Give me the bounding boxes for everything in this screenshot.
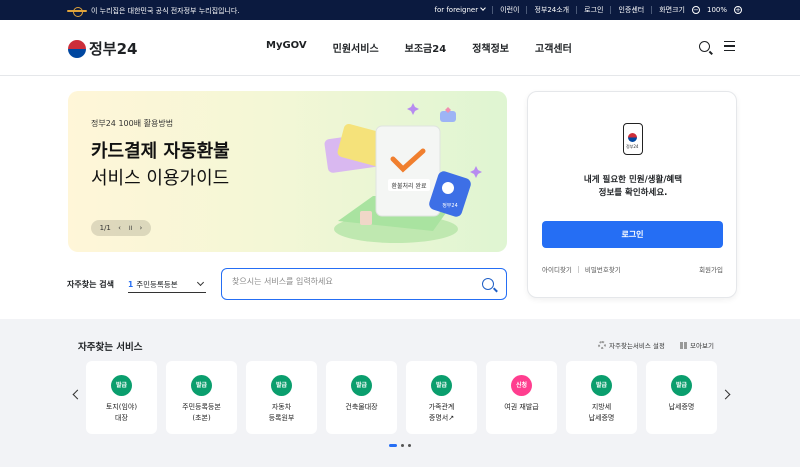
search-icon[interactable] xyxy=(699,41,710,52)
find-password-link[interactable]: 비밀번호찾기 xyxy=(585,264,621,274)
banner-pager: 1/1 ‹ ॥ › xyxy=(91,220,151,236)
cert-center-link[interactable]: 인증센터 xyxy=(618,5,644,15)
promo-banner[interactable]: 정부24 100배 활용방법 카드결제 자동환불 서비스 이용가이드 1/1 ‹… xyxy=(68,91,507,252)
service-card-car-register[interactable]: 발급자동차 등록원부 xyxy=(246,361,317,434)
service-card-building-register[interactable]: 발급건축물대장 xyxy=(326,361,397,434)
card-text: 정부24 xyxy=(442,202,458,209)
quick-search-rank: 1 xyxy=(128,280,134,289)
issue-badge: 발급 xyxy=(591,375,612,396)
prev-slide-button[interactable]: ‹ xyxy=(118,224,121,232)
login-panel: 정부24 내게 필요한 민원/생활/혜택 정보를 확인하세요. 로그인 아이디찾… xyxy=(527,91,737,298)
service-label: 주민등록등본 (초본) xyxy=(182,403,221,422)
carousel-dot[interactable] xyxy=(401,444,404,447)
search-input[interactable] xyxy=(232,277,462,286)
service-card-tax-payment[interactable]: 발급납세증명 xyxy=(646,361,717,434)
search-box xyxy=(221,268,507,300)
issue-badge: 발급 xyxy=(671,375,692,396)
top-utility-bar: 이 누리집은 대한민국 공식 전자정부 누리집입니다. for foreigne… xyxy=(0,0,800,20)
nav-policy-info[interactable]: 정책정보 xyxy=(472,40,509,55)
chevron-down-icon xyxy=(480,5,486,11)
banner-page-indicator: 1/1 xyxy=(99,224,111,232)
login-message: 내게 필요한 민원/생활/혜택 정보를 확인하세요. xyxy=(528,174,738,200)
refund-illustration: 환불처리 완료 정부24 xyxy=(324,103,482,243)
issue-badge: 발급 xyxy=(271,375,292,396)
service-label: 지방세 납세증명 xyxy=(588,403,615,422)
issue-badge: 발급 xyxy=(191,375,212,396)
service-card-local-tax[interactable]: 발급지방세 납세증명 xyxy=(566,361,637,434)
screen-size-label: 화면크기 xyxy=(659,6,685,14)
site-logo[interactable]: 정부24 xyxy=(68,38,137,59)
issue-badge: 발급 xyxy=(351,375,372,396)
search-submit-icon[interactable] xyxy=(482,278,494,290)
gov-notice-text: 이 누리집은 대한민국 공식 전자정부 누리집입니다. xyxy=(91,7,240,15)
receipt-text: 환불처리 완료 xyxy=(391,182,427,190)
banner-subtitle: 정부24 100배 활용방법 xyxy=(91,119,174,128)
carousel-dot[interactable] xyxy=(408,444,411,447)
for-foreigner-link[interactable]: for foreigner xyxy=(434,5,486,14)
easy-link[interactable]: 이런이 xyxy=(500,5,519,15)
egov-logo-icon xyxy=(67,7,87,17)
service-card-family-relation[interactable]: 발급가족관계 증명서↗ xyxy=(406,361,477,434)
find-id-link[interactable]: 아이디찾기 xyxy=(542,264,572,274)
login-button[interactable]: 로그인 xyxy=(542,221,723,248)
site-header: 정부24 MyGOV 민원서비스 보조금24 정책정보 고객센터 xyxy=(0,20,800,76)
taegeuk-icon xyxy=(68,39,86,58)
menu-icon[interactable] xyxy=(724,41,735,51)
quick-search-value: 주민등록등본 xyxy=(136,280,178,289)
nav-customer-center[interactable]: 고객센터 xyxy=(535,40,572,55)
login-message-line1: 내게 필요한 민원/생활/혜택 xyxy=(583,175,683,185)
logo-text: 정부24 xyxy=(89,40,138,58)
apply-badge: 신청 xyxy=(511,375,532,396)
phone-label: 정부24 xyxy=(626,144,639,149)
about-link[interactable]: 정부24소개 xyxy=(534,5,569,15)
service-card-passport-reissue[interactable]: 신청여권 재발급 xyxy=(486,361,557,434)
chevron-down-icon xyxy=(196,278,205,287)
banner-title-line1: 카드결제 자동환불 xyxy=(91,141,230,162)
zoom-in-button[interactable]: + xyxy=(734,6,742,14)
main-nav: MyGOV 민원서비스 보조금24 정책정보 고객센터 xyxy=(266,40,572,55)
quick-search-label: 자주찾는 검색 xyxy=(67,280,114,289)
service-label: 토지(임야) 대장 xyxy=(105,403,138,422)
zoom-out-button[interactable]: − xyxy=(691,6,700,14)
next-slide-button[interactable]: › xyxy=(140,224,143,232)
service-label: 여권 재발급 xyxy=(504,403,539,411)
services-settings-link[interactable]: 자주찾는서비스 설정 xyxy=(598,340,665,350)
utility-links: for foreigner 이런이 정부24소개 로그인 인증센터 화면크기 −… xyxy=(434,5,742,15)
section-title: 자주찾는 서비스 xyxy=(78,342,143,353)
view-all-link[interactable]: 모아보기 xyxy=(680,340,714,350)
service-label: 납세증명 xyxy=(668,403,695,411)
join-link[interactable]: 회원가입 xyxy=(699,264,723,274)
zoom-level: 100% xyxy=(706,6,727,14)
carousel-dot-active[interactable] xyxy=(389,444,397,447)
service-card-resident-register[interactable]: 발급주민등록등본 (초본) xyxy=(166,361,237,434)
quick-search-select[interactable]: 1 주민등록등본 xyxy=(128,277,206,293)
service-card-land-register[interactable]: 발급토지(임야) 대장 xyxy=(86,361,157,434)
service-label: 가족관계 증명서↗ xyxy=(428,403,455,422)
gov-notice: 이 누리집은 대한민국 공식 전자정부 누리집입니다. xyxy=(67,6,240,17)
nav-civil-service[interactable]: 민원서비스 xyxy=(333,40,379,55)
pause-button[interactable]: ॥ xyxy=(128,224,132,233)
top-login-link[interactable]: 로그인 xyxy=(584,5,603,15)
banner-title-line2: 서비스 이용가이드 xyxy=(91,168,230,189)
service-label: 자동차 등록원부 xyxy=(268,403,295,422)
phone-icon: 정부24 xyxy=(623,123,643,155)
nav-subsidy24[interactable]: 보조금24 xyxy=(405,40,447,55)
carousel-dots xyxy=(389,444,411,447)
nav-mygov[interactable]: MyGOV xyxy=(266,40,307,55)
service-label: 건축물대장 xyxy=(345,403,378,411)
issue-badge: 발급 xyxy=(111,375,132,396)
gear-icon xyxy=(598,341,606,349)
service-cards: 발급토지(임야) 대장 발급주민등록등본 (초본) 발급자동차 등록원부 발급건… xyxy=(86,361,717,434)
login-message-line2: 정보를 확인하세요. xyxy=(598,188,668,198)
issue-badge: 발급 xyxy=(431,375,452,396)
grid-icon xyxy=(680,341,687,349)
